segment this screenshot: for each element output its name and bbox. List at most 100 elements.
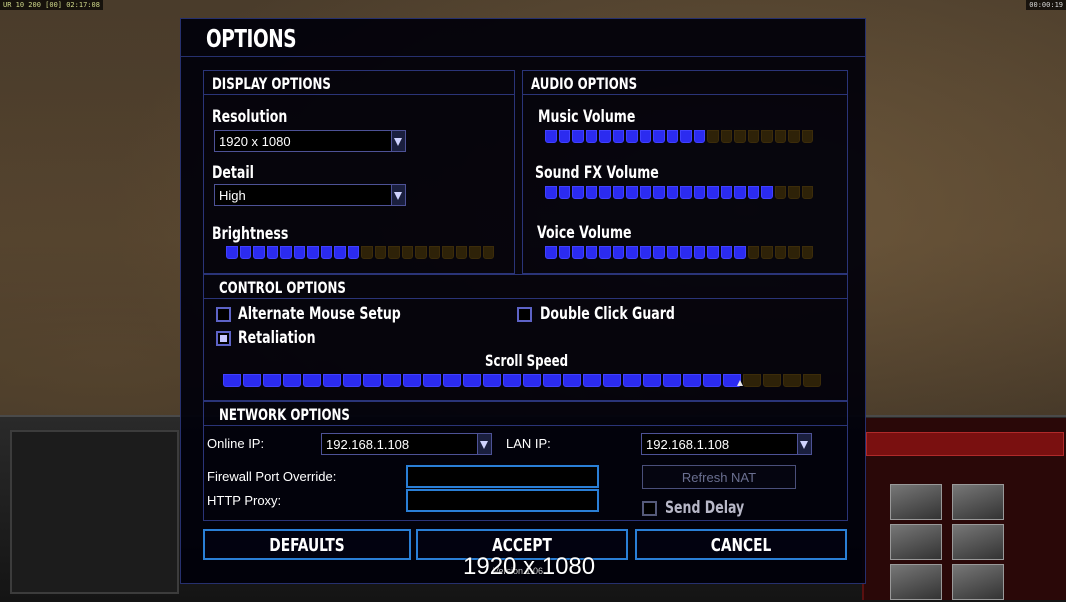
resolution-dropdown[interactable]: 1920 x 1080 xyxy=(214,130,406,152)
slider-segment-filled xyxy=(653,246,665,259)
slider-segment-filled xyxy=(585,246,597,259)
slider-segment-empty xyxy=(801,186,813,199)
slider-segment-filled xyxy=(503,374,521,387)
voice-volume-slider[interactable] xyxy=(545,246,815,260)
voice-volume-label: Voice Volume xyxy=(537,223,632,243)
detail-dropdown[interactable]: High xyxy=(214,184,406,206)
slider-segment-filled xyxy=(307,246,319,259)
slider-segment-filled xyxy=(666,186,678,199)
control-options-header: CONTROL OPTIONS xyxy=(204,275,847,299)
send-delay-checkbox[interactable] xyxy=(642,501,657,516)
double-click-guard-checkbox[interactable] xyxy=(517,307,532,322)
slider-segment-filled xyxy=(747,186,759,199)
cancel-label: CANCEL xyxy=(710,535,772,556)
slider-segment-empty xyxy=(788,246,800,259)
detail-value: High xyxy=(219,188,246,203)
sfx-volume-label: Sound FX Volume xyxy=(535,163,659,183)
slider-segment-empty xyxy=(361,246,373,259)
audio-options-header: AUDIO OPTIONS xyxy=(523,71,847,95)
network-options-header: NETWORK OPTIONS xyxy=(204,402,847,426)
resolution-overlay-text: 1920 x 1080 xyxy=(463,553,596,580)
slider-segment-empty xyxy=(774,246,786,259)
lan-ip-label: LAN IP: xyxy=(506,436,551,451)
slider-segment-empty xyxy=(801,246,813,259)
build-tabs-bar xyxy=(866,432,1064,456)
slider-segment-filled xyxy=(383,374,401,387)
firewall-port-input[interactable] xyxy=(406,465,599,488)
hud-stats: UR 10 200 [00] 02:17:08 xyxy=(0,0,103,10)
slider-segment-filled xyxy=(558,246,570,259)
network-options-title: NETWORK OPTIONS xyxy=(219,405,350,424)
slider-segment-filled xyxy=(403,374,421,387)
slider-segment-filled xyxy=(663,374,681,387)
refresh-nat-label: Refresh NAT xyxy=(681,470,757,485)
slider-segment-empty xyxy=(774,186,786,199)
slider-segment-filled xyxy=(293,246,305,259)
cancel-button[interactable]: CANCEL xyxy=(635,529,847,560)
build-tiles xyxy=(866,484,1026,600)
slider-segment-filled xyxy=(734,186,746,199)
chevron-down-icon[interactable] xyxy=(797,434,811,454)
build-tile xyxy=(890,564,942,600)
slider-segment-filled xyxy=(623,374,641,387)
slider-segment-filled xyxy=(463,374,481,387)
send-delay-label[interactable]: Send Delay xyxy=(665,498,744,518)
refresh-nat-button[interactable]: Refresh NAT xyxy=(642,465,796,489)
chevron-down-icon[interactable] xyxy=(477,434,491,454)
slider-segment-filled xyxy=(583,374,601,387)
music-volume-slider[interactable] xyxy=(545,130,815,144)
online-ip-dropdown[interactable]: 192.168.1.108 xyxy=(321,433,492,455)
slider-segment-filled xyxy=(693,130,705,143)
slider-segment-filled xyxy=(545,130,557,143)
slider-thumb-icon[interactable] xyxy=(737,380,743,386)
slider-segment-filled xyxy=(226,246,238,259)
display-options-header: DISPLAY OPTIONS xyxy=(204,71,514,95)
slider-segment-filled xyxy=(253,246,265,259)
dialog-title-bar: OPTIONS xyxy=(181,19,865,57)
chevron-down-icon[interactable] xyxy=(391,131,405,151)
slider-segment-empty xyxy=(415,246,427,259)
chevron-down-icon[interactable] xyxy=(391,185,405,205)
sfx-volume-slider[interactable] xyxy=(545,186,815,200)
display-options-title: DISPLAY OPTIONS xyxy=(212,74,331,93)
build-tile xyxy=(952,524,1004,560)
retaliation-label[interactable]: Retaliation xyxy=(238,328,316,348)
slider-segment-filled xyxy=(543,374,561,387)
slider-segment-filled xyxy=(572,130,584,143)
build-tile xyxy=(890,484,942,520)
slider-segment-filled xyxy=(599,246,611,259)
control-options-title: CONTROL OPTIONS xyxy=(219,278,346,297)
slider-segment-empty xyxy=(788,186,800,199)
slider-segment-empty xyxy=(761,246,773,259)
brightness-slider[interactable] xyxy=(226,246,496,260)
scroll-speed-slider[interactable] xyxy=(223,374,823,388)
hud-timer: 00:00:19 xyxy=(1026,0,1066,10)
slider-segment-filled xyxy=(334,246,346,259)
detail-label: Detail xyxy=(212,163,254,183)
brightness-label: Brightness xyxy=(212,224,289,244)
defaults-label: DEFAULTS xyxy=(269,535,345,556)
firewall-port-label: Firewall Port Override: xyxy=(207,469,337,484)
scroll-speed-label: Scroll Speed xyxy=(485,351,569,370)
slider-segment-empty xyxy=(734,130,746,143)
display-options-section: DISPLAY OPTIONS Resolution 1920 x 1080 D… xyxy=(203,70,515,274)
slider-segment-filled xyxy=(683,374,701,387)
audio-options-section: AUDIO OPTIONS Music Volume Sound FX Volu… xyxy=(522,70,848,274)
slider-segment-filled xyxy=(720,186,732,199)
slider-segment-empty xyxy=(442,246,454,259)
slider-segment-filled xyxy=(707,186,719,199)
http-proxy-input[interactable] xyxy=(406,489,599,512)
lan-ip-dropdown[interactable]: 192.168.1.108 xyxy=(641,433,812,455)
build-tile xyxy=(890,524,942,560)
slider-segment-filled xyxy=(680,246,692,259)
slider-segment-empty xyxy=(455,246,467,259)
slider-segment-empty xyxy=(482,246,494,259)
double-click-guard-label[interactable]: Double Click Guard xyxy=(540,304,675,324)
retaliation-checkbox[interactable] xyxy=(216,331,231,346)
lan-ip-value: 192.168.1.108 xyxy=(646,437,730,452)
defaults-button[interactable]: DEFAULTS xyxy=(203,529,411,560)
alternate-mouse-checkbox[interactable] xyxy=(216,307,231,322)
slider-segment-filled xyxy=(558,130,570,143)
alternate-mouse-label[interactable]: Alternate Mouse Setup xyxy=(238,304,401,324)
slider-segment-filled xyxy=(693,246,705,259)
